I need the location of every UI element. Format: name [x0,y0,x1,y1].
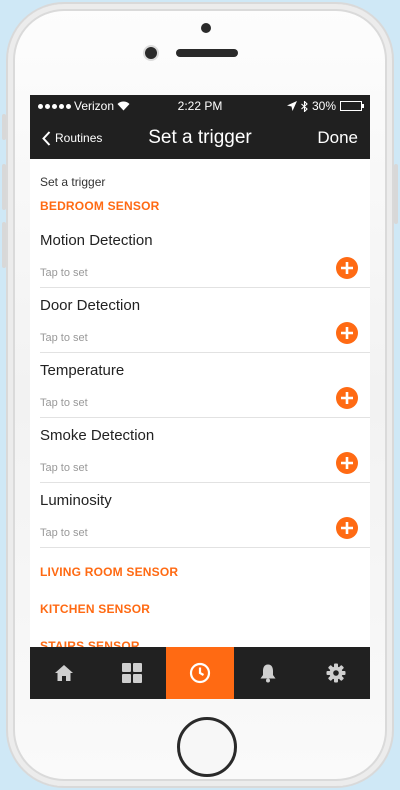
trigger-label: Smoke Detection [40,427,155,444]
status-bar: Verizon 2:22 PM 30% [30,95,370,117]
back-button[interactable]: Routines [42,130,103,146]
earpiece-speaker [176,49,238,57]
gear-icon [326,663,346,683]
trigger-row-smoke-detection[interactable]: Smoke Detection Tap to set [40,418,370,483]
wifi-icon [117,101,130,111]
grid-icon [122,663,142,683]
plus-icon [341,457,353,469]
trigger-hint: Tap to set [40,332,88,344]
power-button [394,164,398,224]
tab-settings[interactable] [302,647,370,699]
back-label: Routines [55,131,103,145]
signal-dots-icon [38,103,71,109]
battery-icon [340,101,364,111]
home-icon [55,665,73,681]
proximity-sensor [201,23,211,33]
plus-icon [341,262,353,274]
tab-routines[interactable] [166,647,234,699]
battery-percent: 30% [311,99,336,113]
tab-devices[interactable] [98,647,166,699]
clock-icon [189,662,211,684]
trigger-label: Temperature [40,362,125,379]
home-button[interactable] [177,717,237,777]
front-camera [145,47,157,59]
group-header-kitchen-sensor[interactable]: KITCHEN SENSOR [30,585,370,622]
add-trigger-button[interactable] [336,517,358,539]
done-button[interactable]: Done [317,128,358,148]
carrier-name: Verizon [74,99,115,113]
volume-up-button [2,164,6,210]
volume-down-button [2,222,6,268]
trigger-label: Motion Detection [40,232,153,249]
bluetooth-icon [301,100,308,112]
screen: Verizon 2:22 PM 30% Routines Set a trigg… [30,95,370,699]
location-arrow-icon [286,101,297,111]
chevron-left-icon [42,130,51,146]
group-header-bedroom-sensor[interactable]: BEDROOM SENSOR [30,189,370,223]
trigger-label: Door Detection [40,297,141,314]
add-trigger-button[interactable] [336,452,358,474]
plus-icon [341,522,353,534]
plus-icon [341,392,353,404]
add-trigger-button[interactable] [336,322,358,344]
tab-bar [30,647,370,699]
section-caption: Set a trigger [40,175,106,189]
trigger-hint: Tap to set [40,462,88,474]
trigger-hint: Tap to set [40,397,88,409]
plus-icon [341,327,353,339]
silent-switch [2,114,6,140]
group-header-living-room-sensor[interactable]: LIVING ROOM SENSOR [30,548,370,585]
navigation-bar: Routines Set a trigger Done [30,117,370,159]
trigger-row-luminosity[interactable]: Luminosity Tap to set [40,483,370,548]
other-sensor-groups: LIVING ROOM SENSOR KITCHEN SENSOR STAIRS… [30,548,370,647]
tab-notifications[interactable] [234,647,302,699]
trigger-hint: Tap to set [40,267,88,279]
trigger-list: Set a trigger BEDROOM SENSOR Motion Dete… [30,159,370,647]
bell-icon [260,664,276,683]
trigger-label: Luminosity [40,492,112,509]
trigger-hint: Tap to set [40,527,88,539]
group-header-stairs-sensor[interactable]: STAIRS SENSOR [30,622,370,647]
add-trigger-button[interactable] [336,387,358,409]
trigger-row-motion-detection[interactable]: Motion Detection Tap to set [40,223,370,288]
trigger-row-temperature[interactable]: Temperature Tap to set [40,353,370,418]
add-trigger-button[interactable] [336,257,358,279]
trigger-row-door-detection[interactable]: Door Detection Tap to set [40,288,370,353]
tab-home[interactable] [30,647,98,699]
